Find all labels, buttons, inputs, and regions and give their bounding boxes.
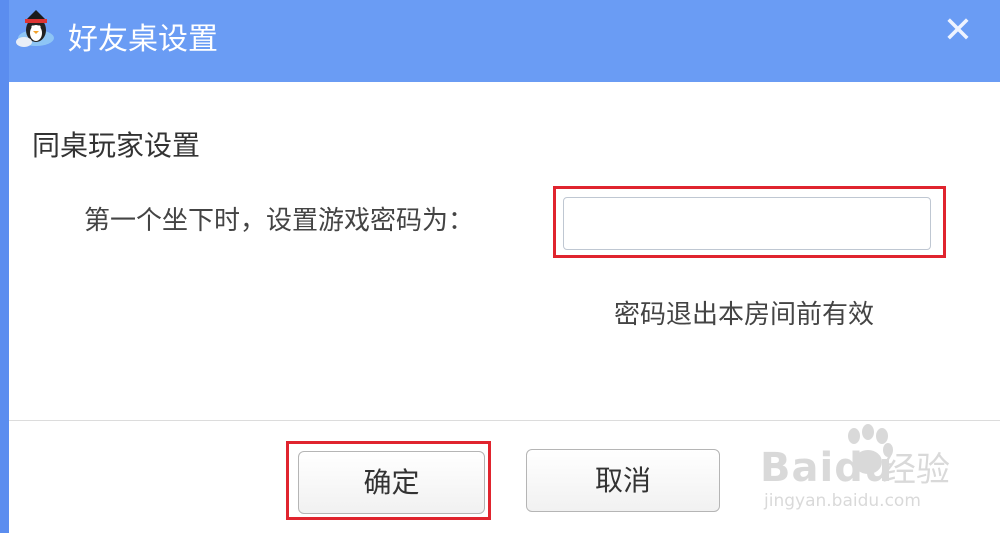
window-left-edge	[0, 0, 9, 533]
watermark-brand: Baidu	[760, 444, 893, 492]
qq-penguin-icon	[14, 8, 58, 52]
cancel-button[interactable]: 取消	[526, 449, 720, 512]
dialog-window: 好友桌设置 ✕ 同桌玩家设置 第一个坐下时，设置游戏密码为： 密码退出本房间前有…	[0, 0, 1000, 533]
watermark-brand-a: Bai	[760, 445, 835, 491]
password-label: 第一个坐下时，设置游戏密码为：	[84, 206, 475, 236]
section-title: 同桌玩家设置	[32, 129, 201, 162]
close-button[interactable]: ✕	[932, 8, 984, 54]
close-icon[interactable]: ✕	[943, 10, 973, 51]
title-bar[interactable]: 好友桌设置 ✕	[0, 0, 1000, 82]
watermark-url: jingyan.baidu.com	[764, 491, 921, 511]
game-password-input[interactable]	[563, 197, 931, 250]
password-validity-hint: 密码退出本房间前有效	[614, 300, 875, 330]
confirm-button[interactable]: 确定	[298, 451, 485, 514]
window-title: 好友桌设置	[68, 22, 218, 57]
baidu-jingyan-watermark: Baidu 经验 jingyan.baidu.com	[760, 420, 980, 520]
watermark-cn: 经验	[882, 450, 950, 490]
